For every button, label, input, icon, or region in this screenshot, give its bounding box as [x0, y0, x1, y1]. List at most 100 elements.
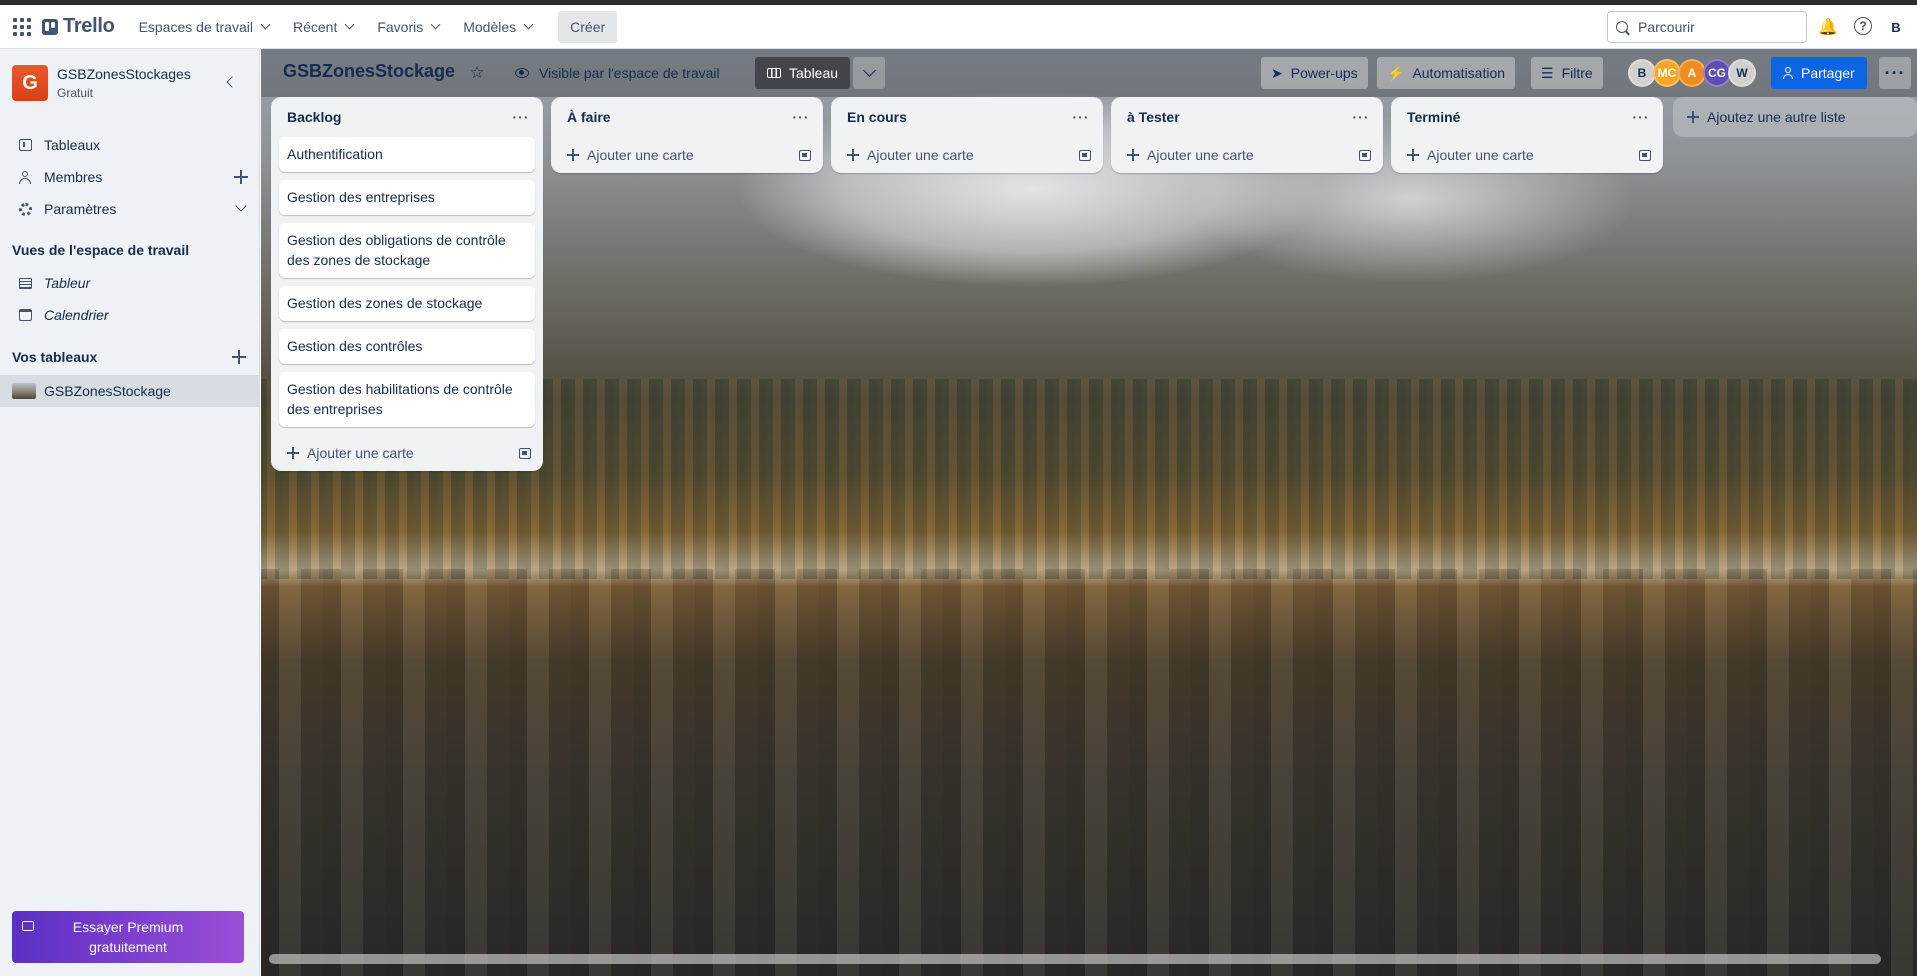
- card[interactable]: Gestion des obligations de contrôle des …: [279, 223, 535, 278]
- add-card-label: Ajouter une carte: [867, 147, 974, 163]
- card[interactable]: Gestion des zones de stockage: [279, 286, 535, 321]
- create-button[interactable]: Créer: [558, 10, 618, 43]
- workspace-logo: G: [12, 65, 48, 101]
- member-avatar[interactable]: B: [1628, 59, 1656, 87]
- lightning-icon: ⚡: [1387, 64, 1405, 81]
- board-view-label: Tableau: [789, 65, 839, 81]
- sidebar-board-item[interactable]: GSBZonesStockage: [0, 375, 260, 407]
- add-member-icon[interactable]: [234, 170, 248, 184]
- visibility-icon: [515, 68, 529, 78]
- search-input[interactable]: Parcourir: [1607, 11, 1807, 43]
- card-template-icon[interactable]: [799, 149, 811, 161]
- add-card-label: Ajouter une carte: [1147, 147, 1254, 163]
- list-title[interactable]: à Tester: [1127, 109, 1180, 125]
- add-list-button[interactable]: Ajoutez une autre liste: [1673, 97, 1917, 137]
- try-premium-label: Essayer Premium gratuitement: [72, 919, 184, 955]
- card[interactable]: Gestion des contrôles: [279, 329, 535, 364]
- share-button[interactable]: Partager: [1771, 57, 1867, 89]
- trello-logo[interactable]: Trello: [42, 15, 115, 38]
- visibility-button[interactable]: Visible par l'espace de travail: [507, 59, 728, 87]
- sidebar-item-label: Calendrier: [44, 307, 109, 323]
- add-card-button[interactable]: Ajouter une carte: [1391, 137, 1663, 173]
- collapse-sidebar-icon[interactable]: [222, 74, 238, 90]
- add-card-label: Ajouter une carte: [587, 147, 694, 163]
- visibility-label: Visible par l'espace de travail: [539, 65, 720, 81]
- list-todo: À faire ··· Ajouter une carte: [551, 97, 823, 173]
- list-menu-icon[interactable]: ···: [1067, 105, 1095, 129]
- sidebar-item-boards[interactable]: Tableaux: [0, 129, 260, 161]
- notifications-bell-icon[interactable]: 🔔: [1818, 17, 1838, 37]
- card-template-icon[interactable]: [1359, 149, 1371, 161]
- sidebar-item-table-view[interactable]: Tableur: [0, 267, 260, 299]
- card-template-icon[interactable]: [1639, 149, 1651, 161]
- add-card-button[interactable]: Ajouter une carte: [1111, 137, 1383, 173]
- card-template-icon[interactable]: [519, 447, 531, 459]
- plus-icon: [567, 149, 579, 161]
- nav-templates-label: Modèles: [463, 18, 517, 35]
- card[interactable]: Gestion des habilitations de contrôle de…: [279, 372, 535, 427]
- board-icon: [18, 139, 32, 151]
- sidebar-board-label: GSBZonesStockage: [44, 383, 171, 399]
- workspace-header[interactable]: G GSBZonesStockages Gratuit: [12, 65, 191, 101]
- rocket-icon: ➤: [1271, 64, 1283, 81]
- card-template-icon[interactable]: [1079, 149, 1091, 161]
- sidebar: G GSBZonesStockages Gratuit Tableaux Mem…: [0, 49, 260, 976]
- board-title[interactable]: GSBZonesStockage: [283, 61, 455, 82]
- add-person-icon: [1783, 67, 1795, 79]
- view-switcher-chevron-icon[interactable]: [853, 57, 885, 89]
- nav-starred-button[interactable]: Favoris: [367, 11, 449, 43]
- board-menu-button[interactable]: ···: [1879, 57, 1911, 89]
- automation-button[interactable]: ⚡ Automatisation: [1377, 57, 1516, 89]
- list-title[interactable]: En cours: [847, 109, 907, 125]
- add-card-label: Ajouter une carte: [307, 445, 414, 461]
- member-avatar[interactable]: W: [1728, 59, 1756, 87]
- person-icon: [19, 170, 31, 184]
- card[interactable]: Gestion des entreprises: [279, 180, 535, 215]
- add-board-icon[interactable]: [232, 350, 246, 364]
- add-card-button[interactable]: Ajouter une carte: [831, 137, 1103, 173]
- list-title[interactable]: Terminé: [1407, 109, 1460, 125]
- list-menu-icon[interactable]: ···: [1347, 105, 1375, 129]
- share-label: Partager: [1801, 65, 1855, 81]
- sidebar-item-calendar-view[interactable]: Calendrier: [0, 299, 260, 331]
- card[interactable]: Authentification: [279, 137, 535, 172]
- nav-recent-button[interactable]: Récent: [283, 11, 363, 43]
- help-icon[interactable]: ?: [1854, 17, 1872, 35]
- sidebar-item-members[interactable]: Membres: [0, 161, 260, 193]
- list-menu-icon[interactable]: ···: [787, 105, 815, 129]
- add-card-button[interactable]: Ajouter une carte: [271, 435, 543, 471]
- try-premium-button[interactable]: Essayer Premium gratuitement: [12, 911, 244, 963]
- calendar-icon: [18, 309, 32, 321]
- search-placeholder: Parcourir: [1638, 19, 1695, 35]
- list-title[interactable]: Backlog: [287, 109, 341, 125]
- plus-icon: [287, 447, 299, 459]
- your-boards-heading: Vos tableaux: [12, 349, 98, 365]
- list-title[interactable]: À faire: [567, 109, 611, 125]
- user-avatar[interactable]: B: [1884, 15, 1908, 39]
- member-avatar[interactable]: A: [1678, 59, 1706, 87]
- member-avatar[interactable]: CG: [1703, 59, 1731, 87]
- plus-icon: [1687, 111, 1699, 123]
- powerups-label: Power-ups: [1290, 65, 1358, 81]
- filter-button[interactable]: ☰ Filtre: [1531, 57, 1603, 89]
- nav-workspaces-button[interactable]: Espaces de travail: [129, 11, 279, 43]
- table-icon: [18, 277, 32, 289]
- add-card-button[interactable]: Ajouter une carte: [551, 137, 823, 173]
- sidebar-item-label: Tableur: [44, 275, 91, 291]
- board-canvas: GSBZonesStockage ☆ Visible par l'espace …: [261, 49, 1917, 976]
- list-to-test: à Tester ··· Ajouter une carte: [1111, 97, 1383, 173]
- nav-templates-button[interactable]: Modèles: [453, 11, 542, 43]
- list-menu-icon[interactable]: ···: [1627, 105, 1655, 129]
- star-icon[interactable]: ☆: [467, 63, 487, 83]
- app-switcher-icon[interactable]: [12, 17, 32, 37]
- board-view-button[interactable]: Tableau: [755, 57, 851, 89]
- filter-label: Filtre: [1561, 65, 1593, 81]
- horizontal-scrollbar[interactable]: [269, 954, 1881, 964]
- briefcase-icon: [22, 921, 34, 931]
- powerups-button[interactable]: ➤ Power-ups: [1261, 57, 1368, 89]
- list-menu-icon[interactable]: ···: [507, 105, 535, 129]
- sidebar-item-label: Paramètres: [44, 201, 117, 217]
- sidebar-item-settings[interactable]: Paramètres: [0, 193, 260, 225]
- member-avatar[interactable]: MC: [1653, 59, 1681, 87]
- trello-logo-icon: [42, 18, 58, 35]
